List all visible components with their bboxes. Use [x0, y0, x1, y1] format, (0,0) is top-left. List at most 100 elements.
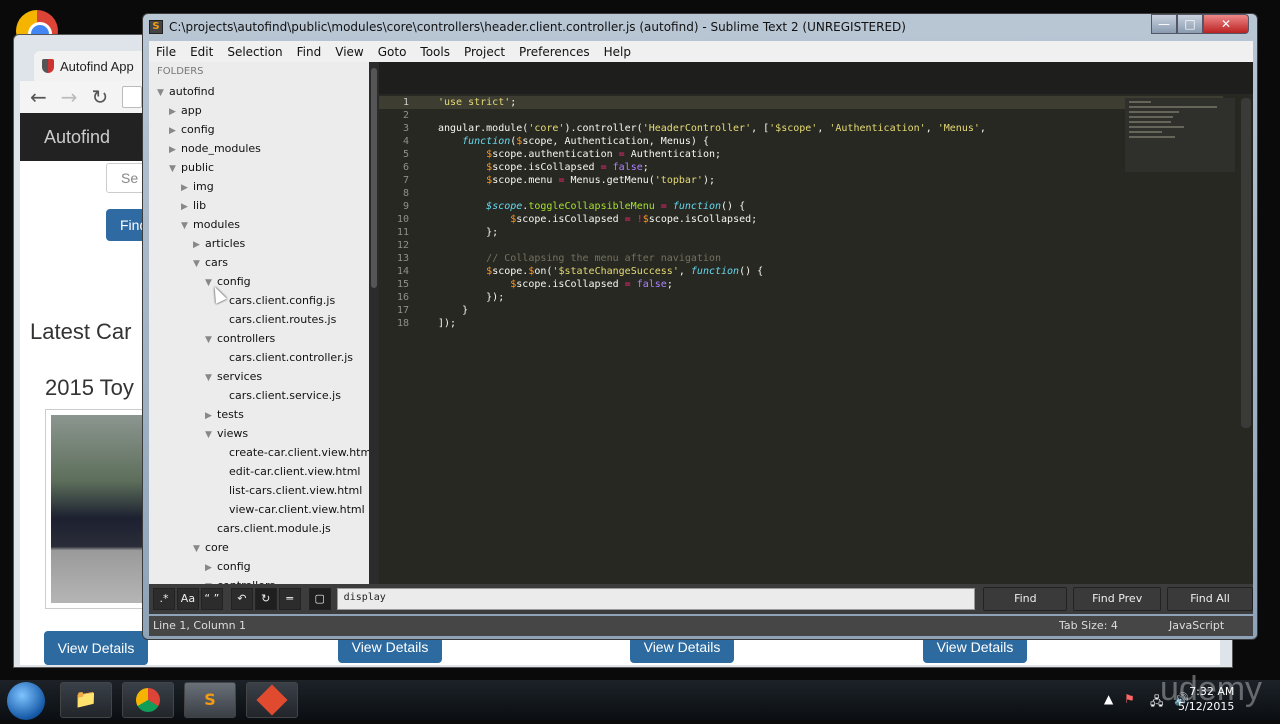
wrap-toggle[interactable]: ↻ — [254, 588, 277, 610]
close-button[interactable]: ✕ — [1203, 14, 1249, 34]
minimap[interactable] — [1125, 98, 1235, 172]
tree-folder[interactable]: ▼controllers — [205, 329, 275, 348]
code-line[interactable]: $scope.menu = Menus.getMenu('topbar'); — [438, 174, 986, 187]
expanded-arrow-icon[interactable]: ▼ — [193, 540, 205, 559]
taskbar-explorer[interactable]: 📁 — [60, 682, 112, 718]
code-line[interactable] — [438, 239, 986, 252]
expanded-arrow-icon[interactable]: ▼ — [193, 255, 205, 274]
whole-word-toggle[interactable]: “ ” — [200, 588, 223, 610]
tree-file[interactable]: view-car.client.view.html — [217, 500, 365, 519]
code-line[interactable]: $scope.authentication = Authentication; — [438, 148, 986, 161]
menu-find[interactable]: Find — [290, 45, 329, 59]
syntax-indicator[interactable]: JavaScript — [1169, 616, 1224, 636]
code-line[interactable] — [438, 109, 986, 122]
taskbar-git[interactable] — [246, 682, 298, 718]
title-bar[interactable]: S C:\projects\autofind\public\modules\co… — [143, 14, 1257, 40]
action-center-icon[interactable]: ⚑ — [1124, 692, 1135, 706]
tab-size-indicator[interactable]: Tab Size: 4 — [1059, 616, 1118, 636]
expanded-arrow-icon[interactable]: ▼ — [205, 331, 217, 350]
code-line[interactable]: function($scope, Authentication, Menus) … — [438, 135, 986, 148]
code-line[interactable]: }; — [438, 226, 986, 239]
code-editor[interactable]: 1 2 3 4 5 6 7 8 9 10 11 12 13 14 15 16 17 18 'use strict'… — [379, 62, 1253, 584]
tree-folder[interactable]: ▶ lib — [181, 196, 206, 215]
regex-toggle[interactable]: .* — [153, 588, 175, 610]
menu-project[interactable]: Project — [457, 45, 512, 59]
tree-folder[interactable]: ▶ config — [169, 120, 215, 139]
code-line[interactable]: ]); — [438, 317, 986, 330]
code-line[interactable]: $scope.$on('$stateChangeSuccess', functi… — [438, 265, 986, 278]
code-line[interactable] — [438, 187, 986, 200]
tree-folder[interactable]: ▼controllers — [205, 576, 275, 584]
view-details-button[interactable]: View Details — [44, 631, 148, 665]
tree-file[interactable]: cars.client.service.js — [217, 386, 341, 405]
menu-help[interactable]: Help — [597, 45, 638, 59]
menu-tools[interactable]: Tools — [413, 45, 457, 59]
expanded-arrow-icon[interactable]: ▼ — [169, 160, 181, 179]
site-brand-link[interactable]: Autofind — [44, 127, 110, 147]
code-content[interactable]: 'use strict'; angular.module('core').con… — [438, 96, 986, 330]
tree-folder[interactable]: ▼ core — [193, 538, 229, 557]
menu-goto[interactable]: Goto — [371, 45, 414, 59]
find-prev-button[interactable]: Find Prev — [1073, 587, 1162, 611]
tree-file[interactable]: list-cars.client.view.html — [217, 481, 362, 500]
view-details-button[interactable]: View Details — [923, 637, 1027, 663]
menu-file[interactable]: File — [149, 45, 183, 59]
tree-folder[interactable]: ▼ public — [169, 158, 214, 177]
menu-preferences[interactable]: Preferences — [512, 45, 597, 59]
menu-edit[interactable]: Edit — [183, 45, 220, 59]
tree-file[interactable]: cars.client.module.js — [205, 519, 331, 538]
tree-folder[interactable]: ▶ img — [181, 177, 214, 196]
minimize-button[interactable]: — — [1151, 14, 1177, 34]
code-line[interactable]: angular.module('core').controller('Heade… — [438, 122, 986, 135]
code-line[interactable]: }); — [438, 291, 986, 304]
view-details-button[interactable]: View Details — [630, 637, 734, 663]
view-details-button[interactable]: View Details — [338, 637, 442, 663]
tree-file[interactable]: cars.client.controller.js — [217, 348, 353, 367]
maximize-button[interactable]: □ — [1177, 14, 1203, 34]
tree-folder[interactable]: ▼ modules — [181, 215, 240, 234]
tree-folder[interactable]: ▶ node_modules — [169, 139, 261, 158]
editor-scrollbar[interactable] — [1241, 98, 1251, 428]
highlight-matches-toggle[interactable]: ▢ — [308, 588, 331, 610]
code-line[interactable]: $scope.isCollapsed = false; — [438, 278, 986, 291]
code-line[interactable]: } — [438, 304, 986, 317]
taskbar-sublime[interactable]: S — [184, 682, 236, 718]
tree-folder[interactable]: ▼ services — [205, 367, 262, 386]
tree-folder[interactable]: ▶ app — [169, 101, 202, 120]
forward-icon[interactable]: → — [61, 85, 78, 109]
expanded-arrow-icon[interactable]: ▼ — [205, 369, 217, 388]
menu-selection[interactable]: Selection — [220, 45, 289, 59]
reload-icon[interactable]: ↻ — [92, 85, 109, 109]
tree-folder[interactable]: ▼ autofind — [157, 82, 215, 101]
taskbar-chrome[interactable] — [122, 682, 174, 718]
expanded-arrow-icon[interactable]: ▼ — [157, 84, 169, 103]
code-line[interactable]: $scope.isCollapsed = false; — [438, 161, 986, 174]
tree-folder[interactable]: ▶ tests — [205, 405, 244, 424]
in-selection-toggle[interactable]: ═ — [278, 588, 301, 610]
find-all-button[interactable]: Find All — [1167, 587, 1253, 611]
tree-folder[interactable]: ▶ articles — [193, 234, 245, 253]
expanded-arrow-icon[interactable]: ▼ — [205, 426, 217, 445]
tree-folder[interactable]: ▼ views — [205, 424, 248, 443]
tree-folder[interactable]: ▼ cars — [193, 253, 228, 272]
code-line[interactable]: $scope.isCollapsed = !$scope.isCollapsed… — [438, 213, 986, 226]
find-button[interactable]: Find — [983, 587, 1068, 611]
tree-file[interactable]: edit-car.client.view.html — [217, 462, 360, 481]
tree-file[interactable]: create-car.client.view.html — [217, 443, 374, 462]
find-input[interactable]: display — [336, 588, 976, 610]
case-sensitive-toggle[interactable]: Aa — [176, 588, 199, 610]
code-line[interactable]: // Collapsing the menu after navigation — [438, 252, 986, 265]
start-button[interactable] — [7, 682, 45, 720]
tree-folder[interactable]: ▶ config — [205, 557, 251, 576]
back-icon[interactable]: ← — [30, 85, 47, 109]
menu-view[interactable]: View — [328, 45, 370, 59]
sidebar-scrollbar[interactable] — [369, 62, 379, 584]
address-bar[interactable] — [122, 86, 143, 108]
code-line[interactable]: $scope.toggleCollapsibleMenu = function(… — [438, 200, 986, 213]
show-hidden-icons[interactable]: ▲ — [1104, 692, 1113, 706]
expanded-arrow-icon[interactable]: ▼ — [181, 217, 193, 236]
code-line[interactable]: 'use strict'; — [438, 96, 986, 109]
reverse-direction-toggle[interactable]: ↶ — [230, 588, 253, 610]
tree-file[interactable]: cars.client.routes.js — [217, 310, 336, 329]
tree-file[interactable]: cars.client.config.js — [217, 291, 335, 310]
